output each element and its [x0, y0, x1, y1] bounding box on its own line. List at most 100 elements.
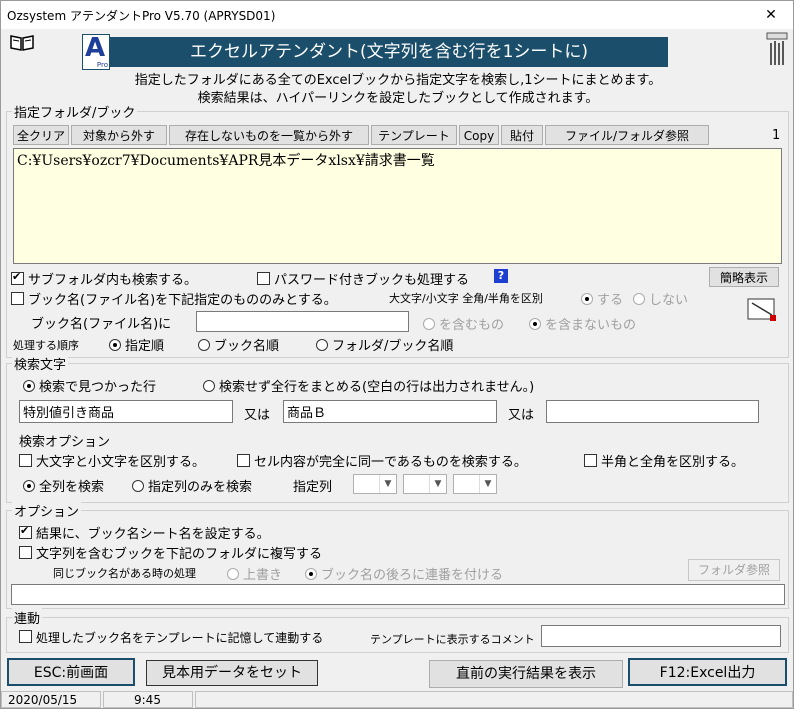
checkbox-mark [584, 454, 597, 467]
help-icon[interactable]: ? [494, 269, 508, 283]
all-columns-label: 全列を検索 [39, 480, 105, 495]
radio-mark [23, 380, 35, 392]
status-bar-empty [195, 691, 793, 708]
bookname-input[interactable] [196, 311, 409, 332]
set-sheet-name-label: 結果に、ブック名シート名を設定する。 [36, 527, 270, 542]
column-select-3[interactable]: ▼ [453, 474, 497, 494]
checkbox-mark [19, 546, 32, 559]
status-time: 9:45 [103, 691, 193, 708]
checkbox-mark [11, 270, 24, 285]
order-specified-label: 指定順 [125, 339, 165, 354]
order-book-radio[interactable]: ブック名順 [198, 335, 279, 354]
opt-case-label: 大文字と小文字を区別する。 [36, 455, 206, 470]
bookname-only-checkbox[interactable]: ブック名(ファイル名)を下記指定のもののみとする。 [11, 289, 337, 308]
not-contains-label: を含まないもの [545, 318, 637, 333]
radio-mark [227, 568, 239, 580]
or-label-1: 又は [244, 408, 271, 423]
radio-mark [581, 293, 593, 305]
search-term-3[interactable] [546, 400, 759, 423]
found-rows-radio[interactable]: 検索で見つかった行 [23, 376, 156, 395]
column-select-1[interactable]: ▼ [353, 474, 397, 494]
link-group-label: 連動 [12, 608, 43, 627]
opt-case-checkbox[interactable]: 大文字と小文字を区別する。 [19, 451, 205, 470]
folder-browse-button[interactable]: フォルダ参照 [688, 559, 780, 581]
edit-icon[interactable] [746, 295, 780, 329]
order-folder-radio[interactable]: フォルダ/ブック名順 [316, 335, 453, 354]
path-count: 1 [772, 128, 781, 143]
all-rows-radio[interactable]: 検索せず全行をまとめる(空白の行は出力されません。) [203, 376, 534, 395]
not-contains-radio[interactable]: を含まないもの [529, 314, 636, 333]
set-sheet-name-checkbox[interactable]: 結果に、ブック名シート名を設定する。 [19, 523, 270, 542]
paste-button[interactable]: 貼付 [501, 125, 543, 145]
radio-mark [305, 568, 317, 580]
bookname-only-label: ブック名(ファイル名)を下記指定のもののみとする。 [28, 293, 337, 308]
checkbox-mark [237, 454, 250, 467]
copy-books-checkbox[interactable]: 文字列を含むブックを下記のフォルダに複写する [19, 543, 322, 562]
overwrite-radio[interactable]: 上書き [227, 564, 282, 583]
comment-label: テンプレートに表示するコメント [370, 633, 535, 646]
comment-input[interactable] [541, 625, 781, 647]
include-subfolders-label: サブフォルダ内も検索する。 [28, 273, 198, 288]
column-select-2[interactable]: ▼ [403, 474, 447, 494]
clear-all-button[interactable]: 全クリア [13, 125, 69, 145]
checkbox-mark [19, 454, 32, 467]
chevron-down-icon: ▼ [479, 475, 496, 493]
contains-label: を含むもの [439, 318, 505, 333]
found-rows-label: 検索で見つかった行 [39, 380, 157, 395]
opt-width-checkbox[interactable]: 半角と全角を区別する。 [584, 451, 744, 470]
search-term-2[interactable]: 商品Ｂ [283, 400, 497, 423]
columns-label: 指定列 [293, 480, 333, 495]
specified-columns-label: 指定列のみを検索 [148, 480, 253, 495]
close-window-button[interactable]: ✕ [749, 1, 793, 29]
contains-radio[interactable]: を含むもの [423, 314, 504, 333]
brief-view-button[interactable]: 簡略表示 [709, 267, 779, 287]
app-logo: A Pro [82, 33, 110, 70]
description-line-1: 指定したフォルダにある全てのExcelブックから指定文字を検索し,1シートにまと… [134, 73, 662, 88]
case-no-label: しない [649, 293, 689, 308]
all-columns-radio[interactable]: 全列を検索 [23, 476, 104, 495]
path-list[interactable]: C:¥Users¥ozcr7¥Documents¥APR見本データxlsx¥請求… [13, 148, 782, 264]
remember-checkbox[interactable]: 処理したブック名をテンプレートに記憶して連動する [19, 629, 323, 646]
checkbox-mark [257, 272, 270, 285]
case-yes-radio[interactable]: する [581, 289, 623, 308]
copy-folder-input[interactable] [11, 584, 785, 605]
show-last-result-button[interactable]: 直前の実行結果を表示 [429, 660, 623, 688]
include-subfolders-checkbox[interactable]: サブフォルダ内も検索する。 [11, 269, 197, 288]
copy-button[interactable]: Copy [459, 125, 499, 145]
checkbox-mark [11, 292, 24, 305]
status-date: 2020/05/15 [1, 691, 101, 708]
opt-exact-checkbox[interactable]: セル内容が完全に同一であるものを検索する。 [237, 451, 527, 470]
case-no-radio[interactable]: しない [633, 289, 688, 308]
esc-back-button[interactable]: ESC:前画面 [7, 658, 135, 686]
search-group-label: 検索文字 [12, 354, 69, 373]
opt-width-label: 半角と全角を区別する。 [601, 455, 745, 470]
book-icon[interactable] [9, 34, 35, 56]
checkbox-mark [19, 524, 32, 539]
template-button[interactable]: テンプレート [371, 125, 457, 145]
app-window: Ozsystem アテンダントPro V5.70 (APRYSD01) ✕ A … [0, 0, 794, 709]
logo-sub: Pro [96, 61, 108, 69]
checkbox-mark [19, 630, 32, 643]
all-rows-label: 検索せず全行をまとめる(空白の行は出力されません。) [219, 380, 535, 395]
sample-data-button[interactable]: 見本用データをセット [146, 660, 318, 686]
paperclip-icon[interactable] [765, 31, 789, 73]
append-number-label: ブック名の後ろに連番を付ける [321, 568, 504, 583]
browse-button[interactable]: ファイル/フォルダ参照 [545, 125, 709, 145]
chevron-down-icon: ▼ [379, 475, 396, 493]
or-label-2: 又は [508, 408, 535, 423]
copy-books-label: 文字列を含むブックを下記のフォルダに複写する [36, 547, 323, 562]
specified-columns-radio[interactable]: 指定列のみを検索 [132, 476, 252, 495]
append-number-radio[interactable]: ブック名の後ろに連番を付ける [305, 564, 503, 583]
remove-missing-button[interactable]: 存在しないものを一覧から外す [169, 125, 369, 145]
radio-mark [23, 480, 35, 492]
order-book-label: ブック名順 [214, 339, 280, 354]
excel-output-button[interactable]: F12:Excel出力 [628, 658, 787, 686]
chevron-down-icon: ▼ [429, 475, 446, 493]
order-specified-radio[interactable]: 指定順 [109, 335, 164, 354]
order-label: 処理する順序 [13, 339, 79, 352]
remove-target-button[interactable]: 対象から外す [71, 125, 167, 145]
remember-label: 処理したブック名をテンプレートに記憶して連動する [36, 631, 324, 645]
radio-mark [132, 480, 144, 492]
process-password-checkbox[interactable]: パスワード付きブックも処理する [257, 269, 469, 288]
search-term-1[interactable]: 特別値引き商品 [19, 400, 233, 423]
